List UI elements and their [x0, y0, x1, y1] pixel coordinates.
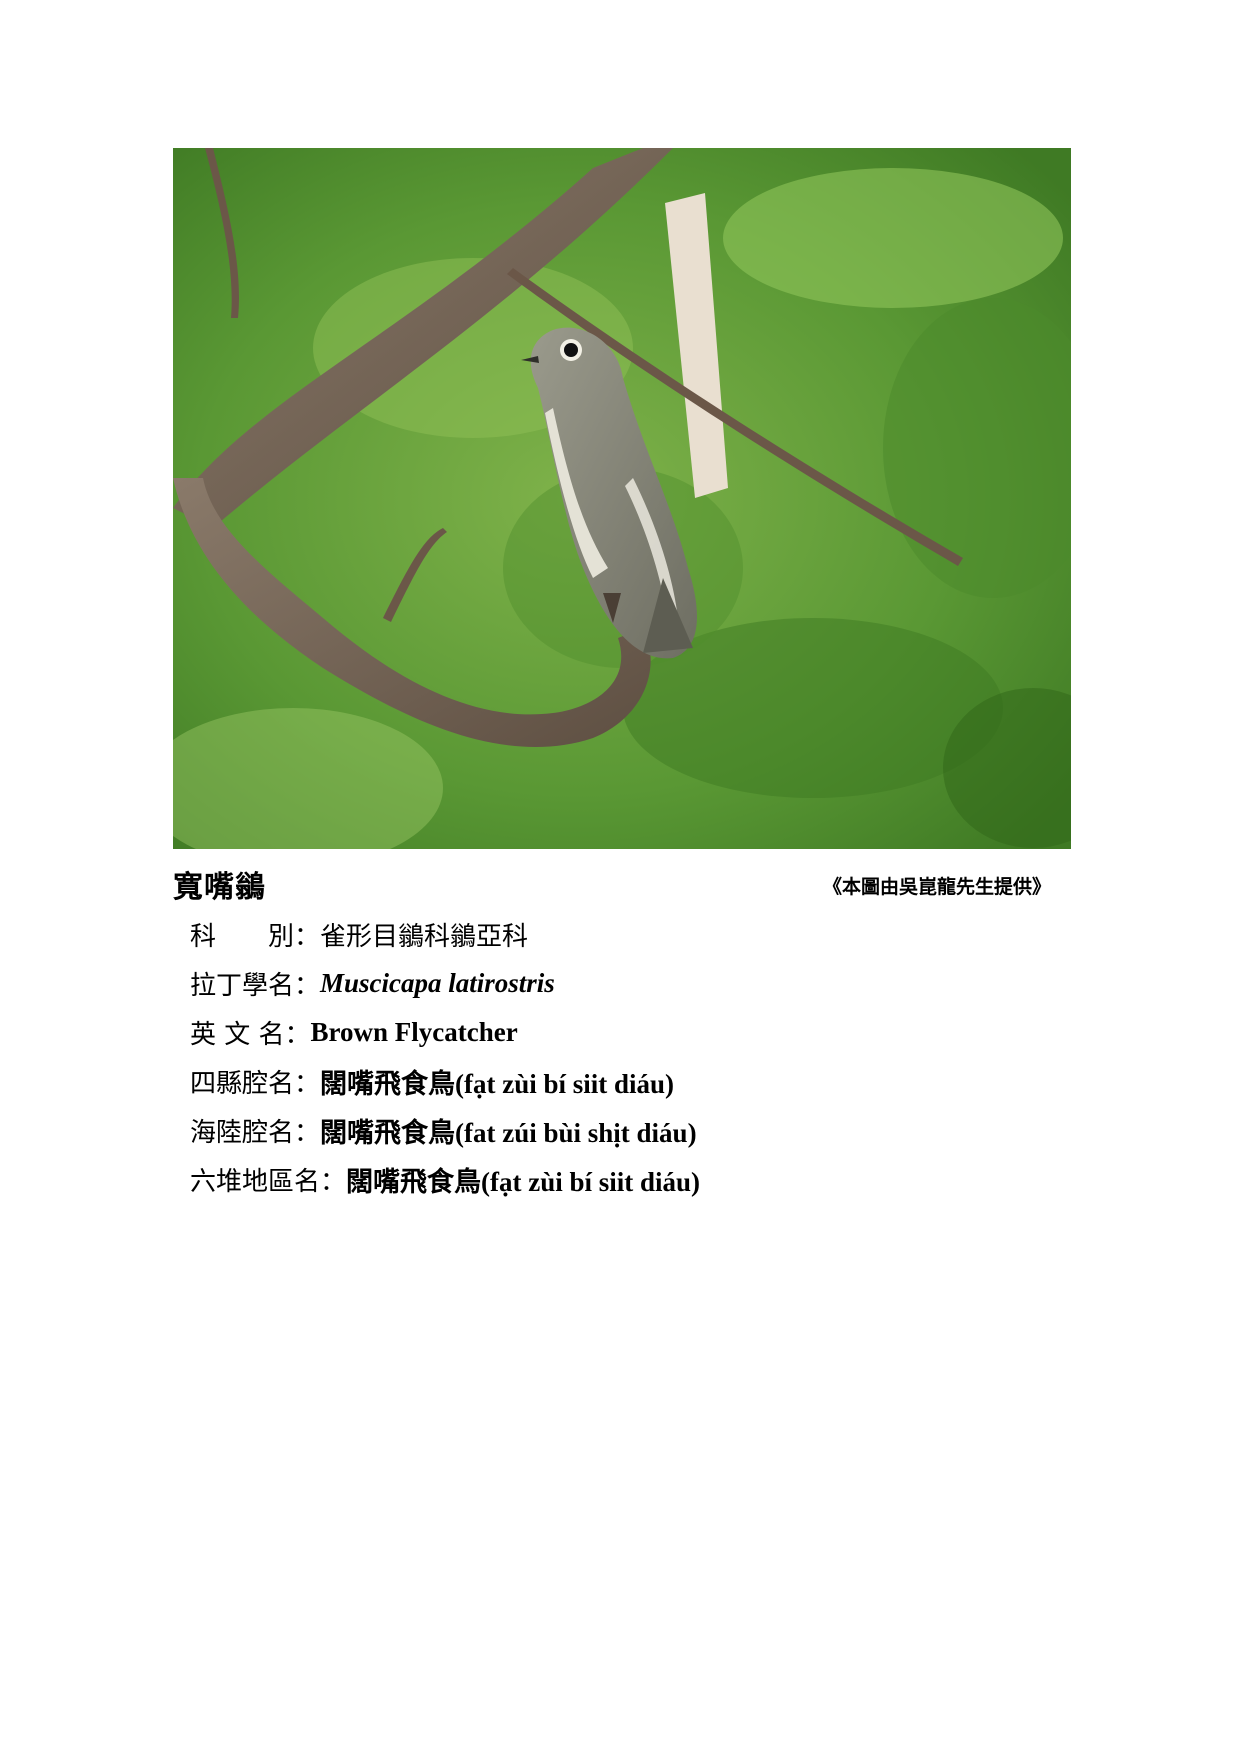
bird-photo	[173, 148, 1071, 849]
info-value: 雀形目鶲科鶲亞科	[320, 922, 529, 952]
info-row-family: 科 別： 雀形目鶲科鶲亞科	[190, 910, 700, 959]
info-label: 六堆地區名：	[190, 1167, 347, 1197]
info-row-sixian-name: 四縣腔名： 闊嘴飛食鳥(fạt zùi bí siit diáu)	[190, 1057, 700, 1106]
info-row-english-name: 英 文 名： Brown Flycatcher	[190, 1008, 700, 1057]
info-value: Muscicapa latirostris	[320, 968, 555, 998]
info-value: Brown Flycatcher	[310, 1017, 518, 1047]
info-label: 拉丁學名：	[190, 971, 321, 1001]
info-row-latin-name: 拉丁學名： Muscicapa latirostris	[190, 959, 700, 1008]
photo-credit: 《本圖由吳崑龍先生提供》	[822, 876, 1051, 898]
info-value: 闊嘴飛食鳥(fạt zùi bí siit diáu)	[320, 1069, 675, 1099]
info-label: 英 文 名：	[190, 1020, 311, 1050]
bird-title: 寬嘴鶲	[173, 870, 266, 905]
bird-photo-illustration	[173, 148, 1071, 849]
info-value: 闊嘴飛食鳥(fat zúi bùi shịt diáu)	[320, 1118, 697, 1148]
info-row-liudui-name: 六堆地區名： 闊嘴飛食鳥(fạt zùi bí siit diáu)	[190, 1155, 700, 1204]
info-label: 海陸腔名：	[190, 1118, 321, 1148]
info-row-hailu-name: 海陸腔名： 闊嘴飛食鳥(fat zúi bùi shịt diáu)	[190, 1106, 700, 1155]
info-label: 四縣腔名：	[190, 1069, 321, 1099]
info-value: 闊嘴飛食鳥(fạt zùi bí siit diáu)	[346, 1167, 701, 1197]
info-list: 科 別： 雀形目鶲科鶲亞科 拉丁學名： Muscicapa latirostri…	[190, 910, 700, 1204]
info-label: 科 別：	[190, 922, 321, 952]
